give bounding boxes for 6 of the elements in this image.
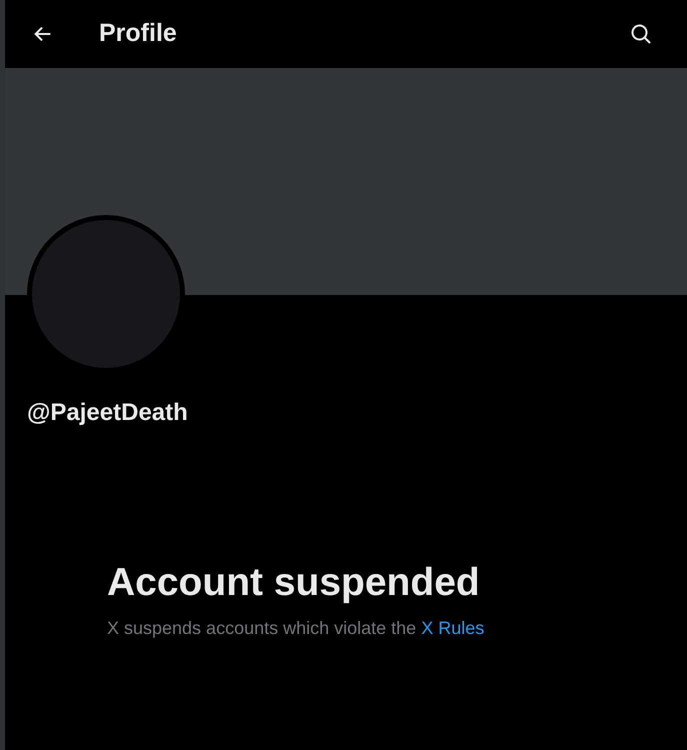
suspended-message: X suspends accounts which violate the X Rules (107, 617, 486, 640)
profile-handle: @PajeetDeath (27, 399, 188, 426)
rules-link[interactable]: X Rules (421, 618, 484, 638)
suspended-title: Account suspended (107, 560, 481, 606)
search-icon (629, 22, 653, 46)
page-title: Profile (99, 18, 177, 50)
